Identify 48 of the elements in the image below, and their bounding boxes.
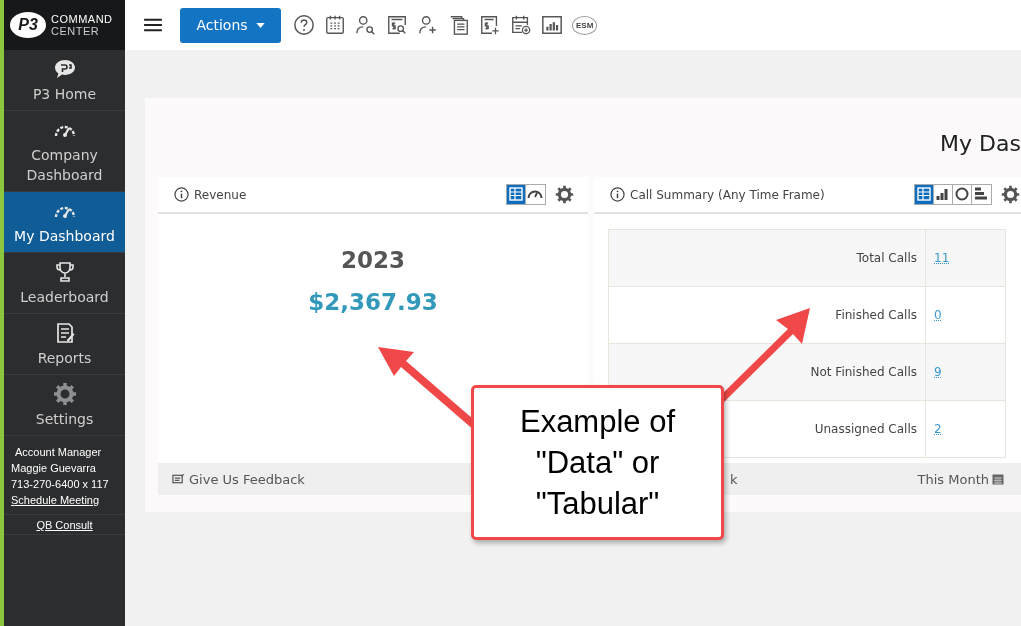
help-icon[interactable]	[293, 14, 315, 36]
bar-icon	[935, 186, 951, 202]
card-title: Revenue	[194, 187, 248, 202]
settings-icon	[52, 382, 77, 406]
menu-icon[interactable]	[143, 17, 163, 33]
speech-bubble-icon	[52, 57, 77, 81]
bar-chart-icon[interactable]	[541, 14, 563, 36]
info-icon[interactable]	[610, 187, 625, 202]
logo-text: COMMAND	[51, 13, 113, 25]
info-icon[interactable]	[174, 187, 189, 202]
table-view-button[interactable]	[507, 185, 526, 204]
table-icon	[508, 186, 524, 202]
logo-text: CENTER	[51, 25, 101, 37]
revenue-amount: $2,367.93	[308, 289, 438, 315]
hbar-icon	[973, 186, 989, 202]
schedule-meeting-link[interactable]: Schedule Meeting	[11, 492, 125, 508]
logo-mark: P3	[10, 12, 46, 38]
callout-text: "Tabular"	[535, 485, 660, 523]
feedback-link[interactable]: k	[730, 471, 738, 487]
documents-icon[interactable]	[448, 14, 470, 36]
money-add-icon[interactable]	[479, 14, 501, 36]
donut-icon	[954, 186, 970, 202]
actions-button[interactable]: Actions	[180, 7, 281, 43]
table-icon	[916, 186, 932, 202]
dashboard-title: My Das	[940, 131, 1021, 156]
table-view-button[interactable]	[915, 185, 934, 204]
feedback-icon	[172, 473, 185, 485]
bar-view-button[interactable]	[934, 185, 953, 204]
settings-icon[interactable]	[555, 185, 574, 204]
money-search-icon[interactable]	[386, 14, 408, 36]
account-phone: 713-270-6400 x 117	[11, 477, 110, 492]
user-search-icon[interactable]	[355, 14, 377, 36]
card-title: Call Summary (Any Time Frame)	[630, 187, 826, 202]
donut-view-button[interactable]	[953, 185, 972, 204]
feedback-link[interactable]: Give Us Feedback	[172, 471, 305, 487]
sidebar-item[interactable]: My Dashboard	[4, 192, 125, 253]
settings-icon[interactable]	[1001, 185, 1020, 204]
account-name: Maggie Guevarra	[11, 461, 97, 476]
account-title: Account Manager	[14, 445, 103, 460]
time-frame-label[interactable]: This Month	[917, 471, 1004, 487]
add-user-icon[interactable]	[417, 14, 439, 36]
calendar-add-icon[interactable]	[510, 14, 532, 36]
consult-link[interactable]: QB Consult	[36, 519, 93, 531]
revenue-year: 2023	[341, 247, 405, 273]
caret-icon	[255, 22, 265, 28]
calendar-icon[interactable]	[324, 14, 346, 36]
calendar-icon	[992, 473, 1004, 485]
table-cell: Total Calls	[608, 229, 926, 287]
